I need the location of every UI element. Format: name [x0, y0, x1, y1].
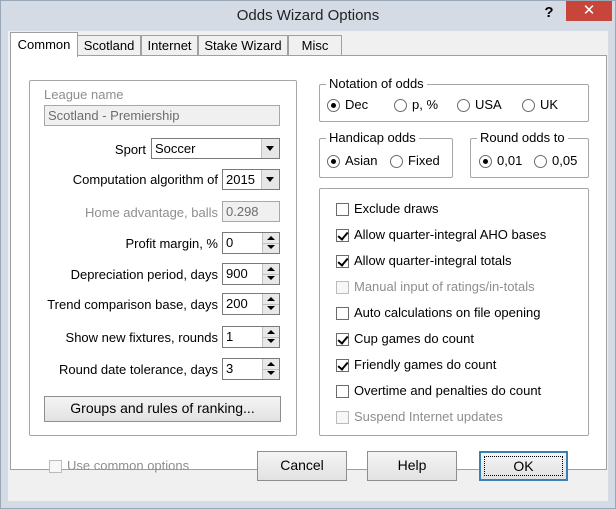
- spinner-buttons: [262, 294, 279, 314]
- round-001-label: 0,01: [497, 153, 523, 168]
- overtime-label: Overtime and penalties do count: [354, 383, 542, 398]
- fixtures-spinner[interactable]: 1: [222, 326, 280, 348]
- window-title: Odds Wizard Options: [236, 7, 380, 24]
- chevron-down-icon[interactable]: [261, 139, 279, 158]
- spinner-buttons: [262, 264, 279, 284]
- use-common-checkbox: [49, 460, 62, 473]
- round-odds-group: Round odds to 0,01 0,05: [470, 130, 589, 178]
- handicap-asian-label: Asian: [345, 153, 378, 168]
- manual-input-checkbox: [336, 281, 349, 294]
- tab-scotland[interactable]: Scotland: [77, 35, 141, 56]
- profit-margin-label: Profit margin, %: [125, 236, 218, 251]
- notation-group: Notation of odds Dec p, % USA UK: [319, 76, 589, 122]
- fixtures-label: Show new fixtures, rounds: [65, 330, 218, 345]
- tab-misc[interactable]: Misc: [288, 35, 342, 56]
- notation-usa-radio[interactable]: [457, 99, 470, 112]
- notation-dec-label: Dec: [345, 97, 369, 112]
- handicap-title: Handicap odds: [326, 130, 419, 145]
- round-odds-title: Round odds to: [477, 130, 568, 145]
- friendly-games-checkbox[interactable]: [336, 359, 349, 372]
- handicap-asian-radio[interactable]: [327, 155, 340, 168]
- help-button[interactable]: Help: [367, 451, 457, 481]
- round-001-radio[interactable]: [479, 155, 492, 168]
- spinner-buttons: [262, 359, 279, 379]
- trend-spinner[interactable]: 200: [222, 293, 280, 315]
- league-settings-group: League name Scotland - Premiership Sport…: [29, 80, 297, 436]
- depreciation-spinner[interactable]: 900: [222, 263, 280, 285]
- groups-rules-button[interactable]: Groups and rules of ranking...: [44, 396, 281, 422]
- round-005-radio[interactable]: [534, 155, 547, 168]
- close-icon[interactable]: ✕: [566, 1, 612, 21]
- title-bar: Odds Wizard Options ? ✕: [1, 1, 615, 31]
- help-question-icon[interactable]: ?: [541, 4, 557, 22]
- notation-dec-radio[interactable]: [327, 99, 340, 112]
- notation-usa-label: USA: [475, 97, 502, 112]
- cup-games-label: Cup games do count: [354, 331, 474, 346]
- manual-input-label: Manual input of ratings/in-totals: [354, 279, 535, 294]
- tab-common[interactable]: Common: [10, 32, 78, 57]
- notation-percent-label: p, %: [412, 97, 439, 112]
- focus-rect: [484, 456, 563, 476]
- spinner-buttons: [262, 233, 279, 253]
- handicap-fixed-label: Fixed: [408, 153, 440, 168]
- home-advantage-field: 0.298: [222, 201, 280, 222]
- ok-button[interactable]: OK: [479, 451, 568, 481]
- dialog-window: Odds Wizard Options ? ✕ Common Scotland …: [0, 0, 616, 509]
- sport-select[interactable]: Soccer: [151, 138, 280, 159]
- overtime-checkbox[interactable]: [336, 385, 349, 398]
- suspend-updates-label: Suspend Internet updates: [354, 409, 503, 424]
- tolerance-label: Round date tolerance, days: [59, 362, 218, 377]
- spin-down-icon[interactable]: [263, 243, 279, 253]
- tolerance-value: 3: [226, 361, 234, 376]
- home-advantage-label: Home advantage, balls: [85, 205, 218, 220]
- notation-title: Notation of odds: [326, 76, 427, 91]
- handicap-group: Handicap odds Asian Fixed: [319, 130, 453, 178]
- notation-percent-radio[interactable]: [394, 99, 407, 112]
- tab-panel-common: League name Scotland - Premiership Sport…: [10, 55, 607, 470]
- spinner-buttons: [262, 327, 279, 347]
- dialog-client: Common Scotland Internet Stake Wizard Mi…: [8, 31, 608, 501]
- spin-down-icon[interactable]: [263, 274, 279, 284]
- profit-margin-value: 0: [226, 235, 234, 250]
- quarter-totals-label: Allow quarter-integral totals: [354, 253, 512, 268]
- league-name-label: League name: [44, 87, 124, 102]
- exclude-draws-label: Exclude draws: [354, 201, 439, 216]
- handicap-fixed-radio[interactable]: [390, 155, 403, 168]
- notation-uk-radio[interactable]: [522, 99, 535, 112]
- algorithm-select[interactable]: 2015: [222, 169, 280, 190]
- depreciation-value: 900: [226, 266, 248, 281]
- round-005-label: 0,05: [552, 153, 578, 168]
- friendly-games-label: Friendly games do count: [354, 357, 497, 372]
- chevron-down-icon[interactable]: [261, 170, 279, 189]
- tab-internet[interactable]: Internet: [141, 35, 198, 56]
- quarter-aho-checkbox[interactable]: [336, 229, 349, 242]
- quarter-totals-checkbox[interactable]: [336, 255, 349, 268]
- tab-stake-wizard[interactable]: Stake Wizard: [198, 35, 288, 56]
- suspend-updates-checkbox: [336, 411, 349, 424]
- exclude-draws-checkbox[interactable]: [336, 203, 349, 216]
- quarter-aho-label: Allow quarter-integral AHO bases: [354, 227, 547, 242]
- cancel-button[interactable]: Cancel: [257, 451, 347, 481]
- options-checkbox-group: Exclude draws Allow quarter-integral AHO…: [319, 188, 589, 436]
- algorithm-label: Computation algorithm of: [72, 172, 218, 187]
- sport-select-value: Soccer: [155, 141, 196, 156]
- league-name-field: Scotland - Premiership: [44, 105, 280, 126]
- algorithm-select-value: 2015: [226, 172, 255, 187]
- depreciation-label: Depreciation period, days: [70, 267, 218, 282]
- auto-calc-checkbox[interactable]: [336, 307, 349, 320]
- spin-down-icon[interactable]: [263, 304, 279, 314]
- profit-margin-spinner[interactable]: 0: [222, 232, 280, 254]
- spin-down-icon[interactable]: [263, 369, 279, 379]
- tolerance-spinner[interactable]: 3: [222, 358, 280, 380]
- sport-label: Sport: [114, 142, 146, 157]
- cup-games-checkbox[interactable]: [336, 333, 349, 346]
- trend-label: Trend comparison base, days: [47, 297, 218, 312]
- use-common-label: Use common options: [67, 458, 190, 473]
- spin-down-icon[interactable]: [263, 337, 279, 347]
- fixtures-value: 1: [226, 329, 234, 344]
- trend-value: 200: [226, 296, 248, 311]
- notation-uk-label: UK: [540, 97, 559, 112]
- auto-calc-label: Auto calculations on file opening: [354, 305, 541, 320]
